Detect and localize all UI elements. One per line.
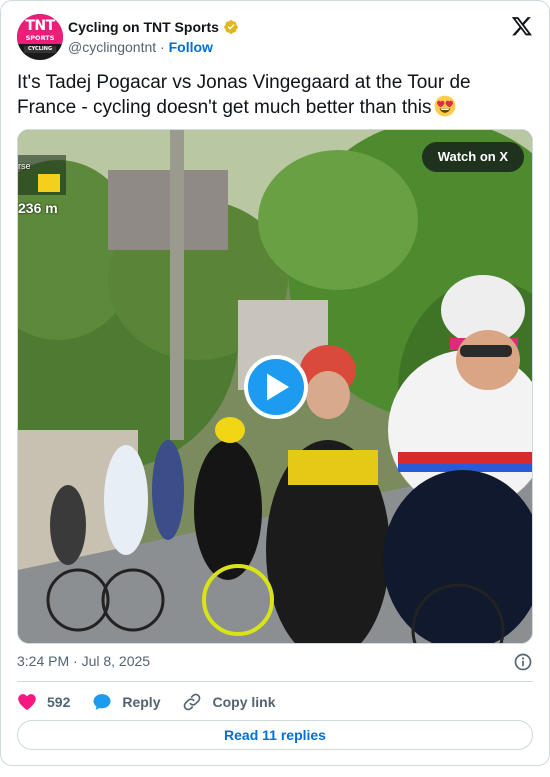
play-button[interactable] bbox=[244, 355, 308, 419]
tweet-timestamp[interactable]: 3:24 PM · Jul 8, 2025 bbox=[17, 653, 150, 669]
tweet-card: TNT SPORTS CYCLING Cycling on TNT Sports… bbox=[0, 0, 550, 766]
watch-on-x-button[interactable]: Watch on X bbox=[421, 142, 524, 172]
info-icon[interactable] bbox=[513, 652, 533, 672]
read-replies-button[interactable]: Read 11 replies bbox=[17, 720, 533, 750]
copy-link-button[interactable]: Copy link bbox=[182, 692, 276, 712]
video-player[interactable]: rse 236 m Watch on X bbox=[17, 129, 533, 644]
x-logo-icon[interactable] bbox=[511, 15, 533, 37]
tweet-header: TNT SPORTS CYCLING Cycling on TNT Sports… bbox=[17, 13, 533, 61]
divider bbox=[17, 681, 533, 682]
handle[interactable]: @cyclingontnt bbox=[68, 39, 156, 55]
display-name[interactable]: Cycling on TNT Sports bbox=[68, 19, 219, 35]
link-icon bbox=[184, 693, 201, 711]
reply-button[interactable]: Reply bbox=[92, 692, 160, 712]
reply-label: Reply bbox=[122, 694, 161, 710]
follow-link[interactable]: Follow bbox=[169, 39, 213, 55]
copy-link-label: Copy link bbox=[212, 694, 276, 710]
action-bar: 592 Reply Copy link bbox=[17, 689, 298, 715]
avatar-logo-badge: CYCLING bbox=[24, 46, 56, 53]
avatar-logo-text: TNT bbox=[25, 18, 55, 34]
separator-dot: · bbox=[160, 39, 165, 55]
tv-graphic-distance: 236 m bbox=[18, 200, 58, 216]
reply-bubble-icon bbox=[93, 694, 111, 710]
like-button[interactable]: 592 bbox=[17, 692, 70, 712]
avatar[interactable]: TNT SPORTS CYCLING bbox=[17, 14, 63, 60]
heart-icon bbox=[18, 694, 36, 710]
heart-eyes-emoji-icon bbox=[435, 95, 456, 117]
handle-row: @cyclingontnt · Follow bbox=[68, 39, 213, 55]
verified-badge-icon bbox=[224, 20, 238, 34]
tweet-text: It's Tadej Pogacar vs Jonas Vingegaard a… bbox=[17, 71, 517, 120]
tv-graphic-label: rse bbox=[18, 161, 31, 171]
like-count: 592 bbox=[47, 694, 71, 710]
name-row: Cycling on TNT Sports bbox=[68, 19, 239, 35]
tweet-text-content: It's Tadej Pogacar vs Jonas Vingegaard a… bbox=[17, 72, 471, 118]
avatar-logo-subtext: SPORTS bbox=[25, 34, 55, 42]
play-icon bbox=[267, 373, 289, 401]
